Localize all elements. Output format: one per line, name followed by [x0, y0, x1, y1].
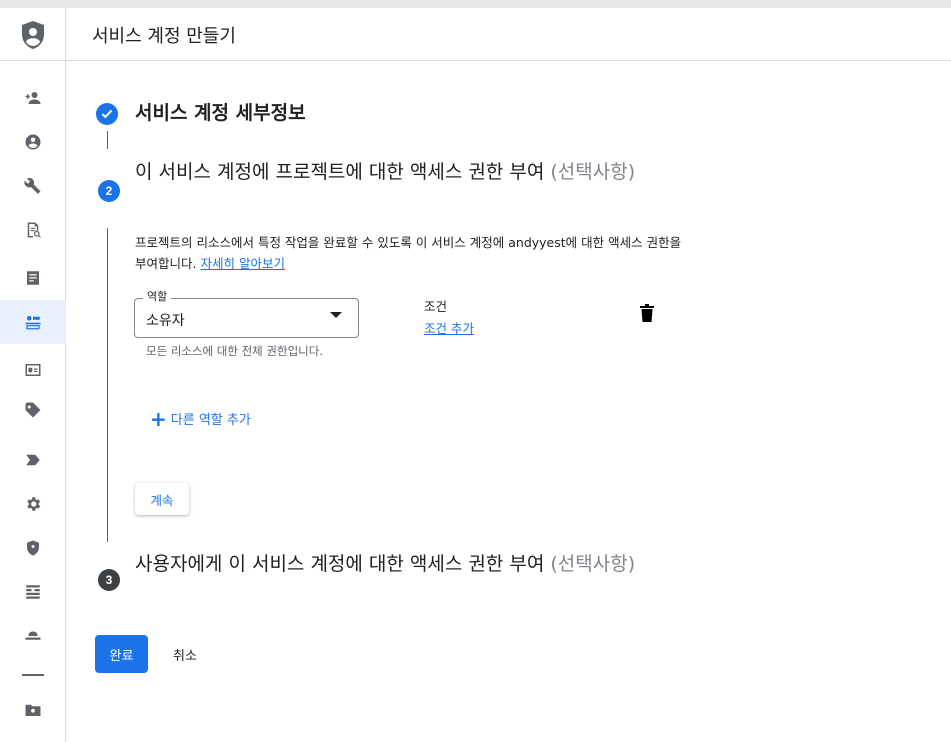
step2-title-text: 이 서비스 계정에 프로젝트에 대한 액세스 권한 부여	[135, 161, 545, 183]
rail-item-identity-aware-proxy[interactable]	[0, 570, 66, 614]
step3-optional-label: (선택사항)	[544, 553, 636, 575]
hat-icon	[25, 631, 41, 640]
add-another-role-button[interactable]: + 다른 역할 추가	[150, 406, 251, 431]
shield-icon	[27, 540, 39, 556]
rail-item-workload-identity[interactable]	[0, 348, 66, 392]
rail-item-org-policies[interactable]	[0, 256, 66, 300]
rail-divider	[0, 60, 66, 61]
cancel-button[interactable]: 취소	[160, 635, 210, 673]
step2-optional-label: (선택사항)	[544, 161, 636, 183]
step1-title[interactable]: 서비스 계정 세부정보	[135, 98, 306, 125]
page-title: 서비스 계정 만들기	[92, 26, 236, 47]
step3-number-badge: 3	[98, 569, 120, 591]
continue-button[interactable]: 계속	[135, 483, 189, 515]
layout-icon	[26, 585, 40, 599]
step-connector	[107, 228, 108, 542]
step2-description: 프로젝트의 리소스에서 특정 작업을 완료할 수 있도록 이 서비스 계정에 a…	[135, 232, 690, 274]
rail-item-troubleshooter[interactable]	[0, 164, 66, 208]
add-condition-link[interactable]: 조건 추가	[424, 318, 474, 337]
page-header: 서비스 계정 만들기	[66, 8, 951, 61]
note-icon	[27, 271, 39, 285]
rail-item-add-member[interactable]	[0, 76, 66, 120]
plus-icon: +	[150, 406, 167, 431]
step3-title[interactable]: 사용자에게 이 서비스 계정에 대한 액세스 권한 부여 (선택사항)	[135, 550, 675, 579]
rail-item-tags[interactable]	[0, 438, 66, 482]
person-add-icon	[25, 92, 41, 104]
rail-item-labels[interactable]	[0, 388, 66, 432]
rail-item-settings[interactable]	[0, 482, 66, 526]
rail-item-roles[interactable]	[0, 614, 66, 658]
learn-more-link[interactable]: 자세히 알아보기	[200, 256, 284, 271]
chevron-tag-icon	[26, 454, 40, 466]
dropdown-arrow-icon[interactable]	[330, 312, 342, 318]
done-button[interactable]: 완료	[95, 635, 148, 673]
folder-settings-icon	[25, 704, 41, 716]
side-nav-rail	[0, 8, 66, 742]
rail-item-identity[interactable]	[0, 120, 66, 164]
rail-item-policy-analyzer[interactable]	[0, 208, 66, 252]
step1-check-icon	[96, 103, 118, 125]
top-strip	[0, 0, 951, 8]
service-accounts-icon	[25, 316, 41, 330]
rail-item-manage-resources[interactable]	[0, 688, 66, 732]
role-select-value[interactable]: 소유자	[146, 310, 185, 330]
role-select-label: 역할	[143, 288, 172, 304]
rail-item-privacy-security[interactable]	[0, 526, 66, 570]
step2-number-badge: 2	[98, 180, 120, 202]
document-search-icon	[27, 222, 41, 238]
iam-shield-logo-icon[interactable]	[20, 20, 46, 50]
account-circle-icon	[25, 134, 41, 150]
rail-bottom-divider	[22, 674, 44, 676]
delete-role-trash-icon[interactable]	[640, 304, 654, 322]
rail-item-service-accounts[interactable]	[0, 300, 66, 344]
step2-title[interactable]: 이 서비스 계정에 프로젝트에 대한 액세스 권한 부여 (선택사항)	[135, 158, 675, 187]
gear-icon	[27, 497, 41, 511]
role-help-text: 모든 리소스에 대한 전체 권한입니다.	[146, 344, 323, 358]
tag-icon	[25, 402, 41, 418]
condition-label: 조건	[424, 299, 448, 314]
step-connector	[107, 131, 108, 149]
id-card-icon	[25, 364, 41, 376]
step3-title-text: 사용자에게 이 서비스 계정에 대한 액세스 권한 부여	[135, 553, 545, 575]
add-another-role-label: 다른 역할 추가	[170, 413, 251, 428]
wrench-icon	[24, 178, 41, 194]
